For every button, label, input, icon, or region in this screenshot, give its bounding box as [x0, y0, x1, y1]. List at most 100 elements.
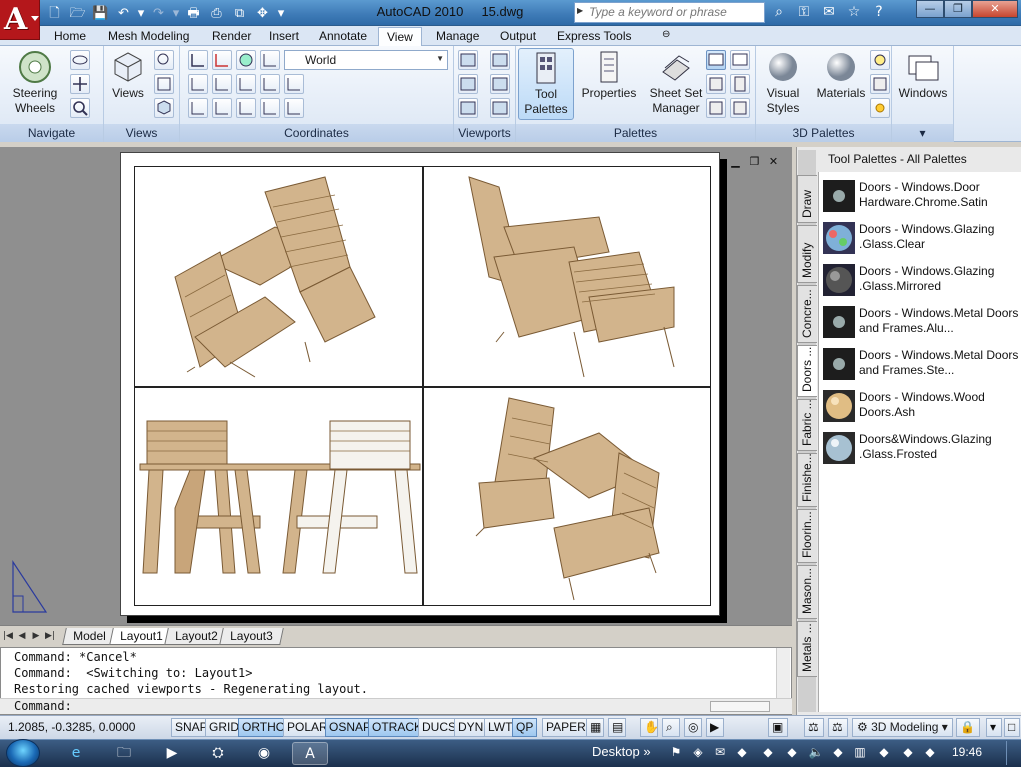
- quick-view-drawings-icon[interactable]: ▤: [608, 718, 626, 737]
- tab-output[interactable]: Output: [492, 27, 544, 46]
- app-tray-icon[interactable]: ◆: [922, 744, 938, 760]
- palette-item[interactable]: Doors - Windows.Glazing .Glass.Clear: [823, 218, 1019, 258]
- palette-tab-fabric[interactable]: Fabric ...: [797, 399, 817, 451]
- toolbar-lock-icon[interactable]: 🔒: [956, 718, 980, 737]
- tab-view[interactable]: View: [378, 27, 422, 46]
- orbit-icon[interactable]: [70, 50, 90, 70]
- drawing-minimize-icon[interactable]: ▁: [728, 156, 743, 170]
- tab-model[interactable]: Model: [62, 628, 117, 645]
- batch-plot-icon[interactable]: ⧉: [229, 3, 250, 23]
- command-scrollbar[interactable]: [776, 648, 790, 698]
- viewcube-toggle-icon[interactable]: [154, 98, 174, 118]
- palette-tab-finishes[interactable]: Finishe...: [797, 453, 817, 507]
- palette-tab-modify[interactable]: Modify: [797, 225, 817, 283]
- volume-icon[interactable]: 🔈: [808, 744, 824, 760]
- start-button[interactable]: [6, 739, 40, 767]
- tab-annotate[interactable]: Annotate: [311, 27, 375, 46]
- next-tab-icon[interactable]: ▶: [30, 629, 42, 643]
- desktop-toolbar-label[interactable]: Desktop »: [592, 744, 651, 759]
- zoom-status-icon[interactable]: ⌕: [662, 718, 680, 737]
- redo-icon[interactable]: ↷: [148, 3, 169, 23]
- mail-icon[interactable]: ✉: [712, 744, 728, 760]
- app-tray-icon[interactable]: ◆: [784, 744, 800, 760]
- command-input-row[interactable]: Command:: [0, 698, 792, 714]
- ucs-previous-icon[interactable]: [260, 50, 280, 70]
- chrome-icon[interactable]: ◉: [246, 742, 282, 765]
- plot-icon[interactable]: 🖶: [183, 3, 204, 23]
- ucs-zaxis-icon[interactable]: [260, 74, 280, 94]
- horizontal-scrollbar[interactable]: [710, 701, 770, 712]
- ucs-y-icon[interactable]: [212, 74, 232, 94]
- palette-tab-flooring[interactable]: Floorin...: [797, 509, 817, 563]
- app-tray-icon[interactable]: ◆: [734, 744, 750, 760]
- new-file-icon[interactable]: 🗋: [44, 3, 65, 23]
- ucs-dropdown[interactable]: World: [284, 50, 448, 70]
- steering-status-icon[interactable]: ◎: [684, 718, 702, 737]
- tab-express-tools[interactable]: Express Tools: [549, 27, 639, 46]
- showmotion-icon[interactable]: ▶: [706, 718, 724, 737]
- redo-dropdown-icon[interactable]: ▾: [171, 3, 181, 23]
- tab-home[interactable]: Home: [46, 27, 94, 46]
- viewport-top-left[interactable]: [134, 166, 423, 387]
- panel-expand-icon[interactable]: ▾: [892, 124, 953, 142]
- viewport-top-right[interactable]: [423, 166, 711, 387]
- drawing-restore-icon[interactable]: ❐: [747, 156, 762, 170]
- views-button[interactable]: Views: [108, 48, 148, 101]
- maximize-viewport-icon[interactable]: ▣: [768, 718, 788, 737]
- ortho-toggle[interactable]: ORTHO: [238, 718, 290, 737]
- palette-tab-metals[interactable]: Metals ...: [797, 621, 817, 677]
- view-manager-icon[interactable]: [154, 74, 174, 94]
- app-tray-icon[interactable]: ◆: [830, 744, 846, 760]
- paper-space-toggle[interactable]: PAPER: [542, 718, 590, 737]
- ucs-apply-icon[interactable]: [260, 98, 280, 118]
- internet-explorer-icon[interactable]: e: [58, 742, 94, 765]
- open-file-icon[interactable]: 🗁: [67, 3, 88, 23]
- drawing-close-icon[interactable]: ✕: [766, 156, 781, 170]
- antivirus-icon[interactable]: ◈: [690, 744, 706, 760]
- qp-toggle[interactable]: QP: [512, 718, 538, 737]
- palette-item[interactable]: Doors - Windows.Door Hardware.Chrome.Sat…: [823, 176, 1019, 216]
- markup-set-icon[interactable]: [730, 50, 750, 70]
- zoom-icon[interactable]: [70, 98, 90, 118]
- ucs-z-icon[interactable]: [236, 74, 256, 94]
- flag-icon[interactable]: ⚑: [668, 744, 684, 760]
- workspace-switcher[interactable]: ⚙ 3D Modeling ▾: [852, 718, 953, 737]
- subscription-icon[interactable]: ⚿: [793, 3, 815, 22]
- viewport-bottom-left[interactable]: [134, 387, 423, 606]
- dbconnect-icon[interactable]: [706, 98, 726, 118]
- sun-properties-icon[interactable]: [870, 98, 890, 118]
- palette-tab-concrete[interactable]: Concre...: [797, 285, 817, 343]
- favorites-star-icon[interactable]: ☆: [843, 3, 865, 22]
- palette-tab-masonry[interactable]: Mason...: [797, 565, 817, 619]
- steering-wheels-button[interactable]: Steering Wheels: [6, 48, 64, 116]
- minimize-button[interactable]: —: [916, 0, 944, 18]
- palette-item[interactable]: Doors&Windows.Glazing .Glass.Frosted: [823, 428, 1019, 468]
- palette-tab-doors[interactable]: Doors ...: [797, 345, 817, 397]
- qat-dropdown-icon[interactable]: ▾: [275, 3, 287, 23]
- network-app-icon[interactable]: ⛭: [200, 742, 236, 765]
- advanced-render-icon[interactable]: [870, 74, 890, 94]
- palette-tab-draw[interactable]: Draw: [797, 175, 817, 223]
- viewport-object-icon[interactable]: [490, 98, 510, 118]
- save-icon[interactable]: 💾: [90, 3, 111, 23]
- quick-view-layouts-icon[interactable]: ▦: [586, 718, 604, 737]
- autocad-taskbar-icon[interactable]: A: [292, 742, 328, 765]
- tab-mesh-modeling[interactable]: Mesh Modeling: [100, 27, 197, 46]
- last-tab-icon[interactable]: ▶|: [44, 629, 56, 643]
- palette-item[interactable]: Doors - Windows.Metal Doors and Frames.A…: [823, 302, 1019, 342]
- ucs-3point-icon[interactable]: [284, 74, 304, 94]
- undo-icon[interactable]: ↶: [113, 3, 134, 23]
- visual-styles-button[interactable]: Visual Styles: [758, 48, 808, 116]
- app-tray-icon[interactable]: ◆: [900, 744, 916, 760]
- materials-button[interactable]: Materials: [810, 48, 872, 101]
- tab-render[interactable]: Render: [204, 27, 259, 46]
- ucs-face-icon[interactable]: [236, 98, 256, 118]
- pan-view-icon[interactable]: [70, 74, 90, 94]
- show-desktop-button[interactable]: [1006, 741, 1020, 765]
- sheet-set-manager-button[interactable]: Sheet Set Manager: [644, 48, 708, 116]
- app-tray-icon[interactable]: ◆: [876, 744, 892, 760]
- ucs-view-icon[interactable]: [188, 98, 208, 118]
- ucs-origin-icon[interactable]: [212, 50, 232, 70]
- help-icon[interactable]: ?: [868, 3, 890, 22]
- file-explorer-icon[interactable]: 🗀: [106, 742, 142, 765]
